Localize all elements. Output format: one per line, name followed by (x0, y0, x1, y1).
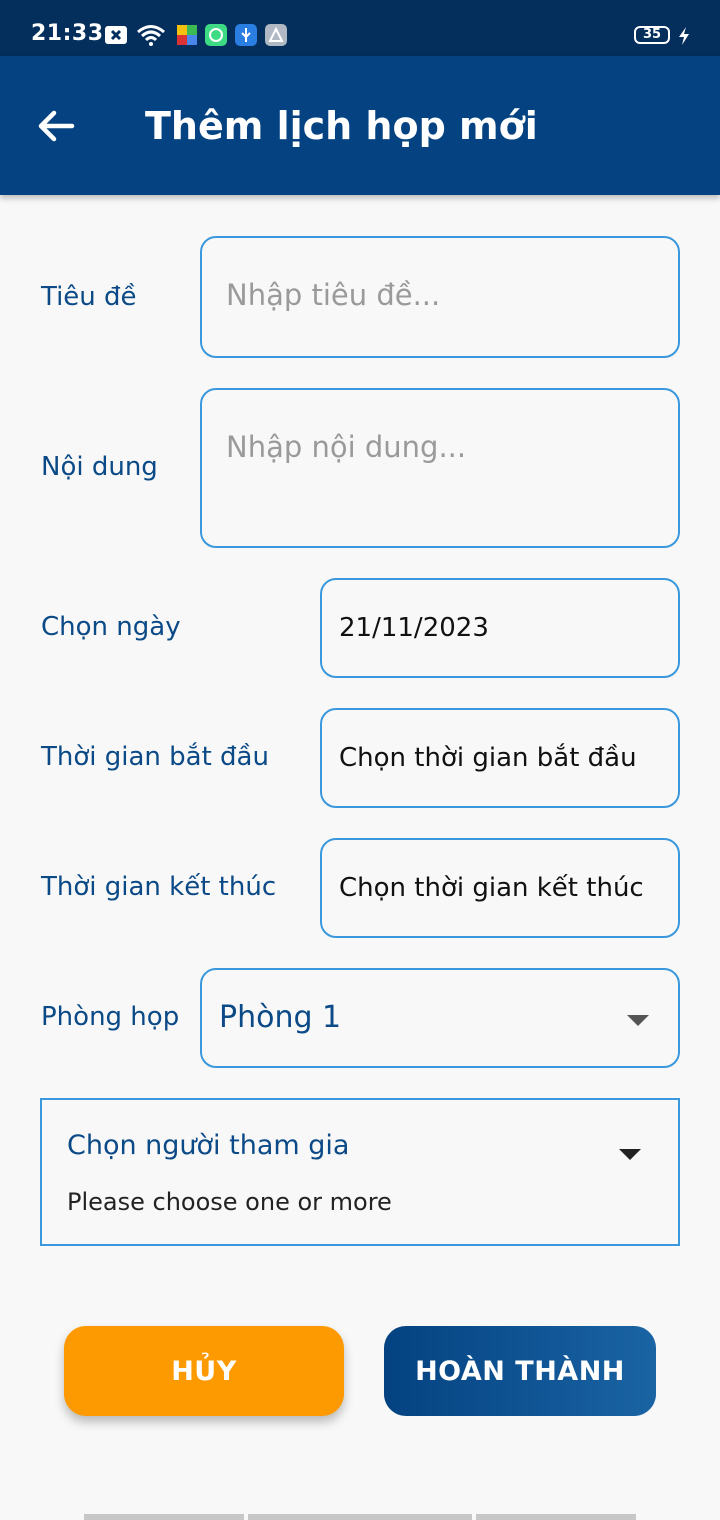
nav-hint-left (84, 1514, 244, 1520)
end-time-label: Thời gian kết thúc (41, 872, 277, 902)
charging-icon (679, 27, 689, 45)
wifi-icon (137, 25, 165, 46)
app-gray-icon (265, 24, 287, 46)
participants-label: Chọn người tham gia (67, 1130, 350, 1161)
app-green-icon (205, 24, 227, 46)
end-time-field[interactable]: Chọn thời gian kết thúc (320, 838, 680, 938)
start-time-value: Chọn thời gian bắt đầu (339, 743, 637, 773)
back-arrow-icon[interactable] (36, 106, 76, 146)
nav-hint-center (248, 1514, 472, 1520)
start-time-field[interactable]: Chọn thời gian bắt đầu (320, 708, 680, 808)
content-label: Nội dung (41, 452, 158, 482)
cancel-button[interactable]: HỦY (64, 1326, 344, 1416)
battery-level: 35 (642, 27, 662, 42)
room-label: Phòng họp (41, 1002, 180, 1032)
status-time: 21:33 (31, 21, 104, 46)
date-field[interactable]: 21/11/2023 (320, 578, 680, 678)
notification-icon (105, 26, 127, 44)
room-value: Phòng 1 (219, 1000, 342, 1035)
room-select[interactable]: Phòng 1 (200, 968, 680, 1068)
battery-indicator: 35 (634, 26, 670, 44)
date-label: Chọn ngày (41, 612, 181, 642)
dropdown-arrow-icon (627, 1015, 649, 1026)
date-value: 21/11/2023 (339, 613, 489, 643)
app-puzzle-icon (177, 25, 197, 45)
end-time-value: Chọn thời gian kết thúc (339, 873, 644, 903)
participants-select[interactable]: Chọn người tham gia Please choose one or… (40, 1098, 680, 1246)
participants-hint: Please choose one or more (67, 1188, 392, 1216)
page-title: Thêm lịch họp mới (145, 104, 538, 148)
nav-hint-right (476, 1514, 636, 1520)
title-input[interactable]: Nhập tiêu đề... (200, 236, 680, 358)
title-placeholder: Nhập tiêu đề... (226, 278, 441, 312)
start-time-label: Thời gian bắt đầu (41, 742, 269, 772)
content-textarea[interactable]: Nhập nội dung... (200, 388, 680, 548)
usb-icon (235, 24, 257, 46)
app-bar: Thêm lịch họp mới (0, 56, 720, 195)
title-label: Tiêu đề (41, 282, 137, 312)
status-bar: 21:33 35 (0, 0, 720, 56)
dropdown-arrow-icon (619, 1149, 641, 1160)
content-placeholder: Nhập nội dung... (226, 430, 467, 464)
done-button[interactable]: HOÀN THÀNH (384, 1326, 656, 1416)
